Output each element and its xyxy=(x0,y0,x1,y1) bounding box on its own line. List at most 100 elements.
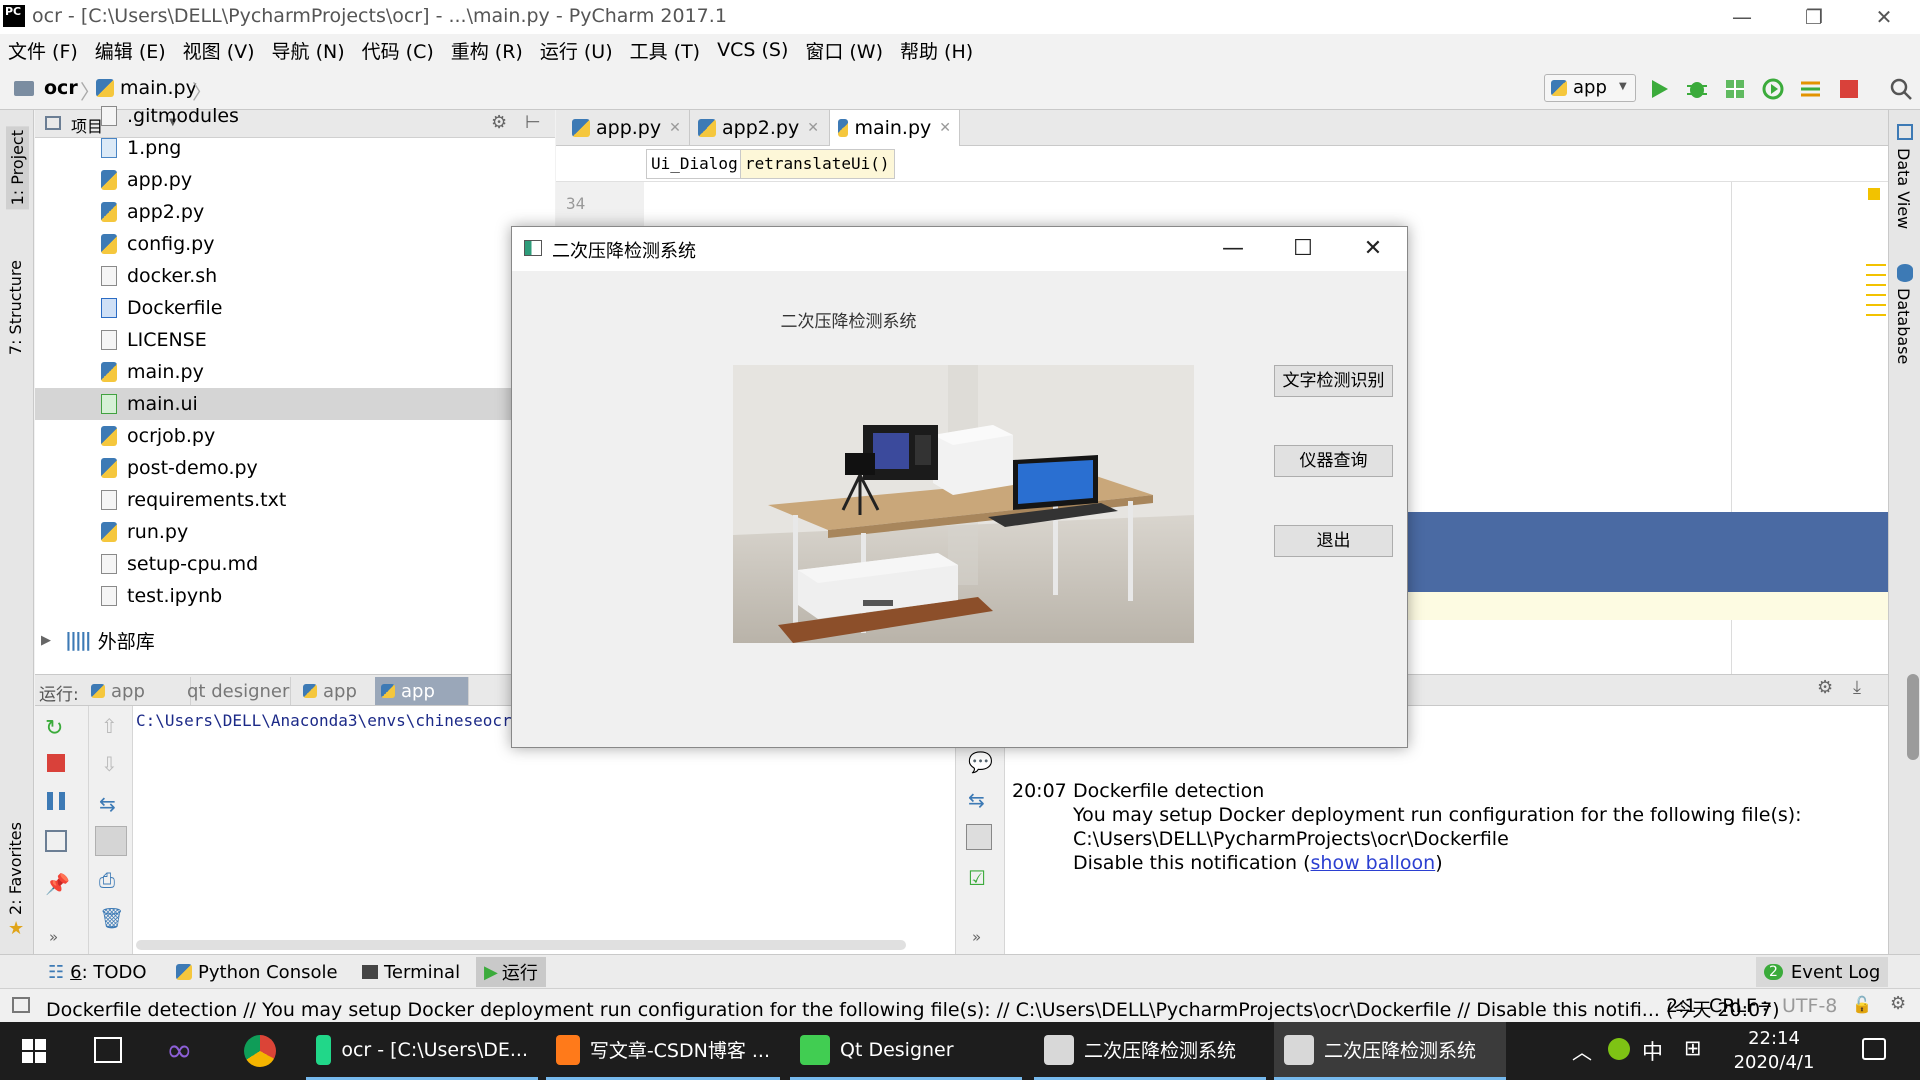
structure-tool-button[interactable]: 7: Structure xyxy=(6,260,25,355)
layout-icon[interactable] xyxy=(45,830,67,852)
data-view-tool-button[interactable]: Data View xyxy=(1894,148,1913,229)
menu-item[interactable]: 工具 (T) xyxy=(630,37,700,64)
system-clock[interactable]: 22:14 2020/4/1 xyxy=(1714,1027,1834,1075)
soft-wrap-icon[interactable]: ⇆ xyxy=(99,792,116,816)
run-tool-button[interactable]: ▶ 运行 xyxy=(476,957,546,987)
python-console-tool-button[interactable]: Python Console xyxy=(168,957,346,987)
menu-item[interactable]: 窗口 (W) xyxy=(805,37,883,64)
run-concurrency-icon[interactable] xyxy=(1798,76,1824,102)
coverage-icon[interactable] xyxy=(1722,76,1748,102)
nav-project[interactable]: ocr xyxy=(44,77,78,99)
run-tab[interactable]: qt designer xyxy=(175,677,291,705)
database-tool-button[interactable]: Database xyxy=(1894,288,1913,364)
restore-button[interactable]: ❐ xyxy=(1782,0,1846,34)
run-icon[interactable] xyxy=(1646,76,1672,102)
close-button[interactable]: ✕ xyxy=(1852,0,1916,34)
notification-icon[interactable] xyxy=(1862,1038,1886,1060)
ime-mode-icon[interactable]: ⊞ xyxy=(1684,1036,1702,1060)
rerun-icon[interactable]: ↻ xyxy=(45,716,63,741)
tree-item[interactable]: docker.sh xyxy=(35,260,555,292)
dialog-maximize-button[interactable]: ☐ xyxy=(1269,227,1337,271)
taskbar-app[interactable]: 二次压降检测系统 xyxy=(1274,1022,1506,1080)
menu-item[interactable]: 帮助 (H) xyxy=(900,37,973,64)
task-view-icon[interactable] xyxy=(94,1037,122,1063)
file-encoding[interactable]: UTF-8 xyxy=(1782,995,1837,1017)
scrollbar-thumb[interactable] xyxy=(1907,674,1919,760)
close-tab-icon[interactable]: ✕ xyxy=(807,120,819,136)
tree-item-external-libs[interactable]: ▶ ||||| 外部库 xyxy=(35,624,555,656)
nav-file[interactable]: main.py xyxy=(120,77,197,99)
tree-item[interactable]: post-demo.py xyxy=(35,452,555,484)
stop-icon[interactable] xyxy=(1836,76,1862,102)
line-separator[interactable]: CRLF÷ xyxy=(1709,995,1773,1017)
tree-item[interactable]: main.ui xyxy=(35,388,555,420)
menu-item[interactable]: 运行 (U) xyxy=(540,37,613,64)
trash-icon[interactable]: 🗑 xyxy=(99,906,124,930)
mark-read-icon[interactable]: ☑ xyxy=(968,866,986,890)
minimize-button[interactable]: — xyxy=(1710,0,1774,34)
search-icon[interactable] xyxy=(1888,76,1914,102)
scroll-to-end-icon[interactable] xyxy=(966,824,992,850)
more-icon[interactable]: » xyxy=(49,928,58,946)
tree-item[interactable]: LICENSE xyxy=(35,324,555,356)
editor-tab[interactable]: app2.py ✕ xyxy=(690,110,830,146)
close-tab-icon[interactable]: ✕ xyxy=(669,120,681,136)
windows-start-icon[interactable] xyxy=(22,1039,46,1063)
menu-item[interactable]: 导航 (N) xyxy=(272,37,345,64)
todo-tool-button[interactable]: ☷ 6: TODO xyxy=(40,957,155,987)
arrow-down-icon[interactable]: ⇩ xyxy=(101,752,118,776)
run-tab[interactable]: app xyxy=(375,677,469,705)
editor-tab[interactable]: main.py ✕ xyxy=(830,110,960,146)
breadcrumb-method[interactable]: retranslateUi() xyxy=(740,149,895,179)
tree-item[interactable]: Dockerfile xyxy=(35,292,555,324)
tree-item[interactable]: run.py xyxy=(35,516,555,548)
run-config-select[interactable]: app ▼ xyxy=(1544,74,1636,102)
menu-item[interactable]: VCS (S) xyxy=(717,39,788,61)
taskbar-app[interactable]: ocr - [C:\Users\DE... xyxy=(306,1022,538,1080)
balloon-icon[interactable]: 💬 xyxy=(968,750,993,774)
caret-position[interactable]: 2:1 xyxy=(1666,995,1697,1017)
taskbar-app[interactable]: 写文章-CSDN博客 ... xyxy=(546,1022,780,1080)
tree-item[interactable]: config.py xyxy=(35,228,555,260)
menu-item[interactable]: 文件 (F) xyxy=(8,37,78,64)
more-icon[interactable]: » xyxy=(972,928,981,946)
menu-item[interactable]: 重构 (R) xyxy=(451,37,523,64)
ime-language[interactable]: 中 xyxy=(1642,1036,1663,1066)
arrow-up-icon[interactable]: ⇧ xyxy=(101,714,118,738)
tree-item[interactable]: 1.png xyxy=(35,132,555,164)
terminal-tool-button[interactable]: Terminal xyxy=(354,957,468,987)
pin-icon[interactable]: 📌 xyxy=(45,872,70,896)
gear-icon[interactable]: ⚙ xyxy=(1817,677,1833,698)
tool-windows-icon[interactable] xyxy=(12,997,30,1013)
event-log-tool-button[interactable]: 2 Event Log xyxy=(1756,957,1889,987)
print-icon[interactable]: ⎙ xyxy=(99,868,115,892)
tray-app-icon[interactable] xyxy=(1608,1038,1630,1060)
menu-item[interactable]: 编辑 (E) xyxy=(95,37,166,64)
tree-item[interactable]: test.ipynb xyxy=(35,580,555,612)
close-tab-icon[interactable]: ✕ xyxy=(939,120,951,136)
tree-item[interactable]: ocrjob.py xyxy=(35,420,555,452)
status-message[interactable]: Dockerfile detection // You may setup Do… xyxy=(46,995,1780,1022)
debug-icon[interactable] xyxy=(1684,76,1710,102)
instrument-query-button[interactable]: 仪器查询 xyxy=(1274,445,1393,477)
chrome-icon[interactable] xyxy=(244,1035,276,1067)
editor-tab[interactable]: app.py ✕ xyxy=(564,110,690,146)
favorites-tool-button[interactable]: 2: Favorites xyxy=(6,822,25,915)
exit-button[interactable]: 退出 xyxy=(1274,525,1393,557)
hide-panel-icon[interactable]: ⤓ xyxy=(1853,677,1861,698)
chevron-up-icon[interactable]: ︿ xyxy=(1572,1036,1592,1065)
taskbar-app[interactable]: 二次压降检测系统 xyxy=(1034,1022,1266,1080)
breadcrumb-class[interactable]: Ui_Dialog xyxy=(646,149,743,179)
pause-icon[interactable] xyxy=(47,792,65,810)
project-tool-button[interactable]: 1: Project xyxy=(6,126,29,210)
visual-studio-icon[interactable]: ∞ xyxy=(166,1034,193,1066)
warning-marker-icon[interactable] xyxy=(1868,188,1880,200)
horizontal-scrollbar[interactable] xyxy=(136,940,906,950)
menu-item[interactable]: 视图 (V) xyxy=(183,37,255,64)
dialog-minimize-button[interactable]: — xyxy=(1199,227,1267,271)
tree-item[interactable]: app2.py xyxy=(35,196,555,228)
profile-icon[interactable] xyxy=(1760,76,1786,102)
ocr-detect-button[interactable]: 文字检测识别 xyxy=(1274,365,1393,397)
tree-item[interactable]: main.py xyxy=(35,356,555,388)
inspector-icon[interactable]: ⚙ xyxy=(1890,993,1906,1014)
